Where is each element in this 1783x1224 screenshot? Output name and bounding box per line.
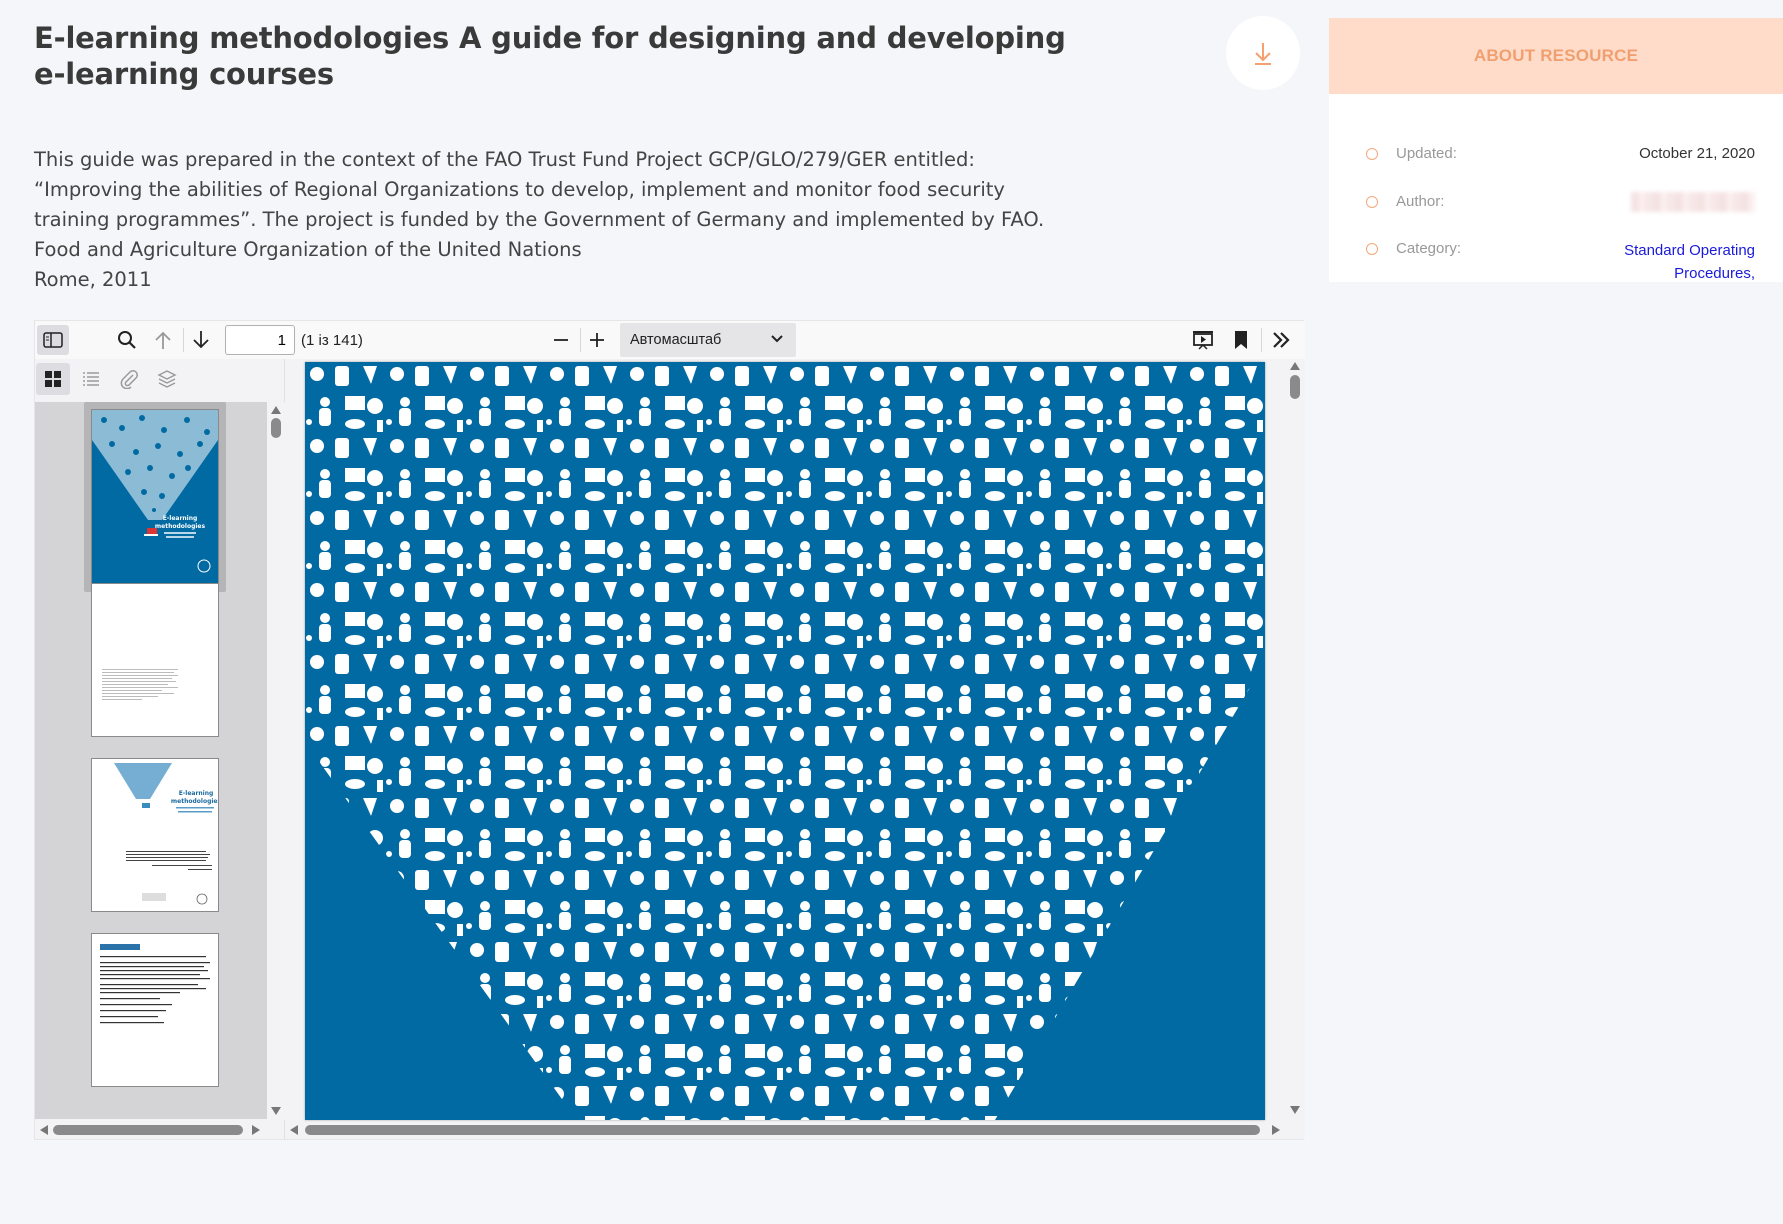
- about-resource-panel: ABOUT RESOURCE Updated: October 21, 2020…: [1329, 18, 1783, 282]
- thumbnail-page-4[interactable]: [84, 926, 226, 1094]
- scrollbar-thumb[interactable]: [305, 1125, 1260, 1135]
- thumbnail-vertical-scrollbar[interactable]: [267, 402, 285, 1120]
- sidebar-toggle-icon: [43, 332, 63, 348]
- tab-thumbnails[interactable]: [36, 363, 70, 395]
- scrollbar-thumb[interactable]: [1290, 375, 1300, 399]
- cover-illustration: [305, 362, 1265, 1120]
- search-icon: [118, 331, 136, 349]
- next-page-button[interactable]: [185, 325, 217, 355]
- thumb-title-text: E-learning: [179, 790, 214, 797]
- sidebar-toggle-button[interactable]: [37, 325, 69, 355]
- arrow-up-icon: [155, 331, 171, 349]
- presentation-mode-button[interactable]: [1187, 325, 1219, 355]
- zoom-value: Автомасштаб: [630, 332, 722, 348]
- zoom-out-button[interactable]: [545, 325, 577, 355]
- thumbnail-horizontal-scrollbar[interactable]: [35, 1119, 267, 1139]
- document-vertical-scrollbar[interactable]: [1285, 359, 1305, 1119]
- tab-outline[interactable]: [74, 363, 108, 395]
- download-button[interactable]: [1226, 16, 1300, 90]
- bullet-icon: [1366, 148, 1378, 160]
- description-line: This guide was prepared in the context o…: [34, 148, 975, 171]
- resource-description: This guide was prepared in the context o…: [34, 145, 1045, 295]
- about-resource-header: ABOUT RESOURCE: [1329, 18, 1783, 94]
- document-view[interactable]: [285, 359, 1305, 1139]
- tab-layers[interactable]: [150, 363, 184, 395]
- description-line: Rome, 2011: [34, 268, 152, 291]
- about-label: Updated:: [1396, 145, 1457, 162]
- tab-attachments[interactable]: [112, 363, 146, 395]
- chevron-down-icon: [771, 335, 783, 343]
- thumbnail-list: E-learning methodologies E-learning meth…: [35, 402, 267, 1120]
- thumbnail-cover: E-learning methodologies: [91, 409, 219, 585]
- presentation-icon: [1193, 331, 1213, 350]
- thumbnail-sidebar: E-learning methodologies E-learning meth…: [35, 359, 285, 1139]
- category-link[interactable]: Standard Operating Procedures,: [1624, 239, 1755, 285]
- layers-icon: [157, 370, 177, 388]
- updated-date: October 21, 2020: [1639, 145, 1755, 162]
- viewer-toolbar: (1 із 141) Автомасштаб: [35, 321, 1305, 359]
- bullet-icon: [1366, 196, 1378, 208]
- thumb-cover-title: E-learning: [163, 515, 198, 522]
- plus-icon: [590, 333, 604, 347]
- thumbnails-icon: [45, 371, 61, 387]
- thumbnail-title-page: E-learning methodologies: [91, 758, 219, 912]
- category-line[interactable]: Procedures,: [1624, 262, 1755, 285]
- description-line: Food and Agriculture Organization of the…: [34, 238, 582, 261]
- category-line[interactable]: Standard Operating: [1624, 239, 1755, 262]
- thumbnail-page-3[interactable]: E-learning methodologies: [84, 751, 226, 919]
- scrollbar-thumb[interactable]: [53, 1125, 243, 1135]
- thumb-title-text: methodologies: [171, 798, 218, 805]
- sidebar-tabs: [35, 359, 285, 399]
- description-line: “Improving the abilities of Regional Org…: [34, 178, 1005, 201]
- cover-pattern: E-learning methodologies: [92, 410, 218, 573]
- zoom-in-button[interactable]: [581, 325, 613, 355]
- scrollbar-thumb[interactable]: [271, 418, 281, 438]
- about-label: Author:: [1396, 193, 1445, 210]
- zoom-select[interactable]: Автомасштаб: [620, 323, 796, 357]
- search-button[interactable]: [111, 325, 143, 355]
- thumbnail-text-page: [91, 583, 219, 737]
- pdf-viewer: (1 із 141) Автомасштаб: [34, 320, 1305, 1140]
- page-number-input[interactable]: [225, 325, 295, 355]
- outline-icon: [83, 372, 99, 386]
- thumbnail-page-1[interactable]: E-learning methodologies: [84, 402, 226, 592]
- page-count: (1 із 141): [301, 332, 363, 349]
- page-title: E-learning methodologies A guide for des…: [34, 21, 1066, 91]
- bookmark-button[interactable]: [1225, 325, 1257, 355]
- previous-page-button[interactable]: [147, 325, 179, 355]
- download-arrow-icon: [1255, 43, 1271, 65]
- description-line: training programmes”. The project is fun…: [34, 208, 1045, 231]
- bookmark-icon: [1235, 331, 1247, 349]
- about-label: Category:: [1396, 240, 1462, 257]
- document-horizontal-scrollbar[interactable]: [285, 1119, 1285, 1139]
- author-value-redacted: [1631, 192, 1755, 212]
- minus-icon: [554, 339, 568, 341]
- thumb-cover-title: methodologies: [155, 523, 206, 530]
- thumbnail-page-2[interactable]: [84, 576, 226, 744]
- bullet-icon: [1366, 243, 1378, 255]
- double-chevron-right-icon: [1273, 332, 1290, 348]
- tools-button[interactable]: [1265, 325, 1297, 355]
- thumbnail-contents-page: [91, 933, 219, 1087]
- attachments-icon: [120, 370, 138, 389]
- arrow-down-icon: [193, 331, 209, 349]
- pdf-page-1: [305, 362, 1265, 1120]
